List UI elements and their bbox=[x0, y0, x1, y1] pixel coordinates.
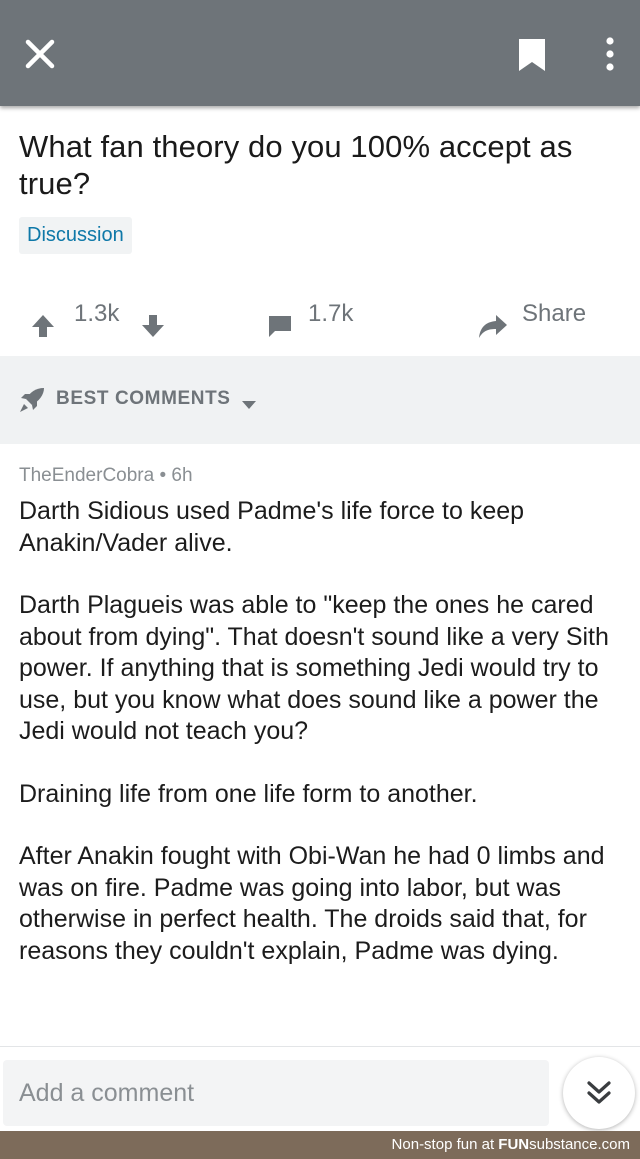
bookmark-icon[interactable] bbox=[516, 36, 548, 74]
add-comment-input[interactable]: Add a comment bbox=[3, 1060, 549, 1126]
top-bar bbox=[0, 0, 640, 106]
downvote-icon[interactable] bbox=[140, 302, 166, 350]
share-button[interactable]: Share bbox=[522, 290, 586, 338]
comment-paragraph: After Anakin fought with Obi-Wan he had … bbox=[19, 842, 605, 965]
meta-separator: • bbox=[159, 465, 167, 486]
share-icon[interactable] bbox=[478, 302, 508, 350]
post-actions: 1.3k 1.7k Share bbox=[0, 290, 640, 338]
comment-meta: TheEnderCobra • 6h bbox=[19, 464, 629, 488]
comment-composer: Add a comment bbox=[0, 1046, 640, 1131]
comment-age: 6h bbox=[171, 465, 193, 486]
vote-count: 1.3k bbox=[74, 300, 120, 327]
watermark-bar: Non-stop fun at FUNsubstance.com bbox=[0, 1131, 640, 1159]
comment-paragraph: Draining life from one life form to anot… bbox=[19, 779, 478, 808]
sort-label[interactable]: BEST COMMENTS bbox=[56, 388, 231, 410]
watermark-brand-bold: FUN bbox=[498, 1136, 530, 1153]
comment-paragraph: Darth Plagueis was able to "keep the one… bbox=[19, 591, 609, 745]
rocket-icon bbox=[18, 387, 46, 418]
comment-sort-bar[interactable]: BEST COMMENTS bbox=[0, 356, 640, 444]
comment: TheEnderCobra • 6h Darth Sidious used Pa… bbox=[19, 464, 629, 967]
comment-count[interactable]: 1.7k bbox=[308, 290, 353, 338]
watermark-prefix: Non-stop fun at bbox=[391, 1136, 495, 1153]
comment-author[interactable]: TheEnderCobra bbox=[19, 465, 154, 486]
comment-paragraph: Darth Sidious used Padme's life force to… bbox=[19, 497, 525, 557]
post-title: What fan theory do you 100% accept as tr… bbox=[19, 129, 573, 201]
chevron-down-icon[interactable] bbox=[241, 397, 257, 415]
double-chevron-down-icon[interactable] bbox=[563, 1057, 635, 1129]
flair-badge[interactable]: Discussion bbox=[19, 217, 132, 254]
more-vertical-icon[interactable] bbox=[596, 34, 624, 74]
watermark-brand-rest: substance.com bbox=[529, 1136, 630, 1153]
upvote-icon[interactable] bbox=[30, 302, 56, 350]
close-icon[interactable] bbox=[22, 36, 58, 72]
comment-icon[interactable] bbox=[266, 302, 294, 350]
watermark-text: Non-stop fun at FUNsubstance.com bbox=[392, 1135, 630, 1155]
